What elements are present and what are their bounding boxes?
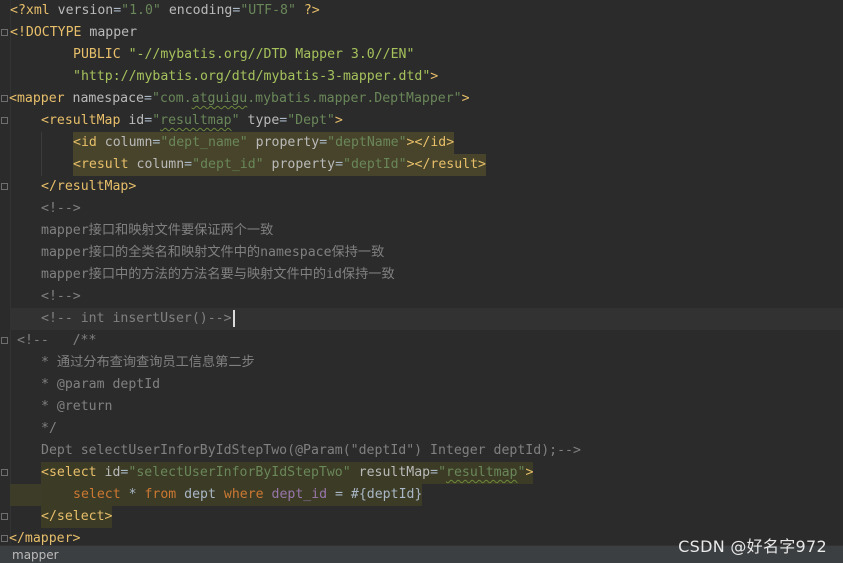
code-line[interactable]: <id column="dept_name" property="deptNam… xyxy=(10,132,843,154)
fold-marker-icon[interactable] xyxy=(1,29,8,36)
code-line[interactable]: PUBLIC "-//mybatis.org//DTD Mapper 3.0//… xyxy=(10,44,843,66)
code-line[interactable]: "http://mybatis.org/dtd/mybatis-3-mapper… xyxy=(10,66,843,88)
code-line[interactable]: mapper接口的全类名和映射文件中的namespace保持一致 xyxy=(10,242,843,264)
code-line[interactable]: * 通过分布查询查询员工信息第二步 xyxy=(10,352,843,374)
code-line[interactable]: </resultMap> xyxy=(10,176,843,198)
code-line[interactable]: </select> xyxy=(10,506,843,528)
code-line[interactable]: Dept selectUserInforByIdStepTwo(@Param("… xyxy=(10,440,843,462)
code-line[interactable]: */ xyxy=(10,418,843,440)
code-line-current[interactable]: <!-- int insertUser()--> xyxy=(10,308,843,330)
code-line[interactable]: <select id="selectUserInforByIdStepTwo" … xyxy=(10,462,843,484)
code-editor[interactable]: <?xml version="1.0" encoding="UTF-8" ?> … xyxy=(0,0,843,545)
fold-marker-icon[interactable] xyxy=(1,337,8,344)
code-line[interactable]: <!DOCTYPE mapper xyxy=(10,22,843,44)
code-line[interactable]: * @param deptId xyxy=(10,374,843,396)
code-line[interactable]: <resultMap id="resultmap" type="Dept"> xyxy=(10,110,843,132)
code-line[interactable]: <mapper namespace="com.atguigu.mybatis.m… xyxy=(9,88,843,110)
fold-marker-icon[interactable] xyxy=(1,117,8,124)
code-line[interactable]: <!--> xyxy=(10,286,843,308)
code-line[interactable]: mapper接口和映射文件要保证两个一致 xyxy=(10,220,843,242)
code-line[interactable]: * @return xyxy=(10,396,843,418)
code-line[interactable]: <result column="dept_id" property="deptI… xyxy=(10,154,843,176)
watermark: CSDN @好名字972 xyxy=(678,537,827,556)
fold-marker-icon[interactable] xyxy=(1,513,8,520)
breadcrumb-item-mapper[interactable]: mapper xyxy=(12,547,59,563)
fold-marker-icon[interactable] xyxy=(1,469,8,476)
code-line[interactable]: <!-- /** xyxy=(10,330,843,352)
code-line[interactable]: <?xml version="1.0" encoding="UTF-8" ?> xyxy=(10,0,843,22)
code-line[interactable]: mapper接口中的方法的方法名要与映射文件中的id保持一致 xyxy=(10,264,843,286)
code-line[interactable]: select * from dept where dept_id = #{dep… xyxy=(10,484,843,506)
code-line[interactable]: <!--> xyxy=(10,198,843,220)
fold-marker-icon[interactable] xyxy=(1,535,8,542)
fold-marker-icon[interactable] xyxy=(1,183,8,190)
fold-marker-icon[interactable] xyxy=(1,95,8,102)
text-caret xyxy=(232,309,235,327)
